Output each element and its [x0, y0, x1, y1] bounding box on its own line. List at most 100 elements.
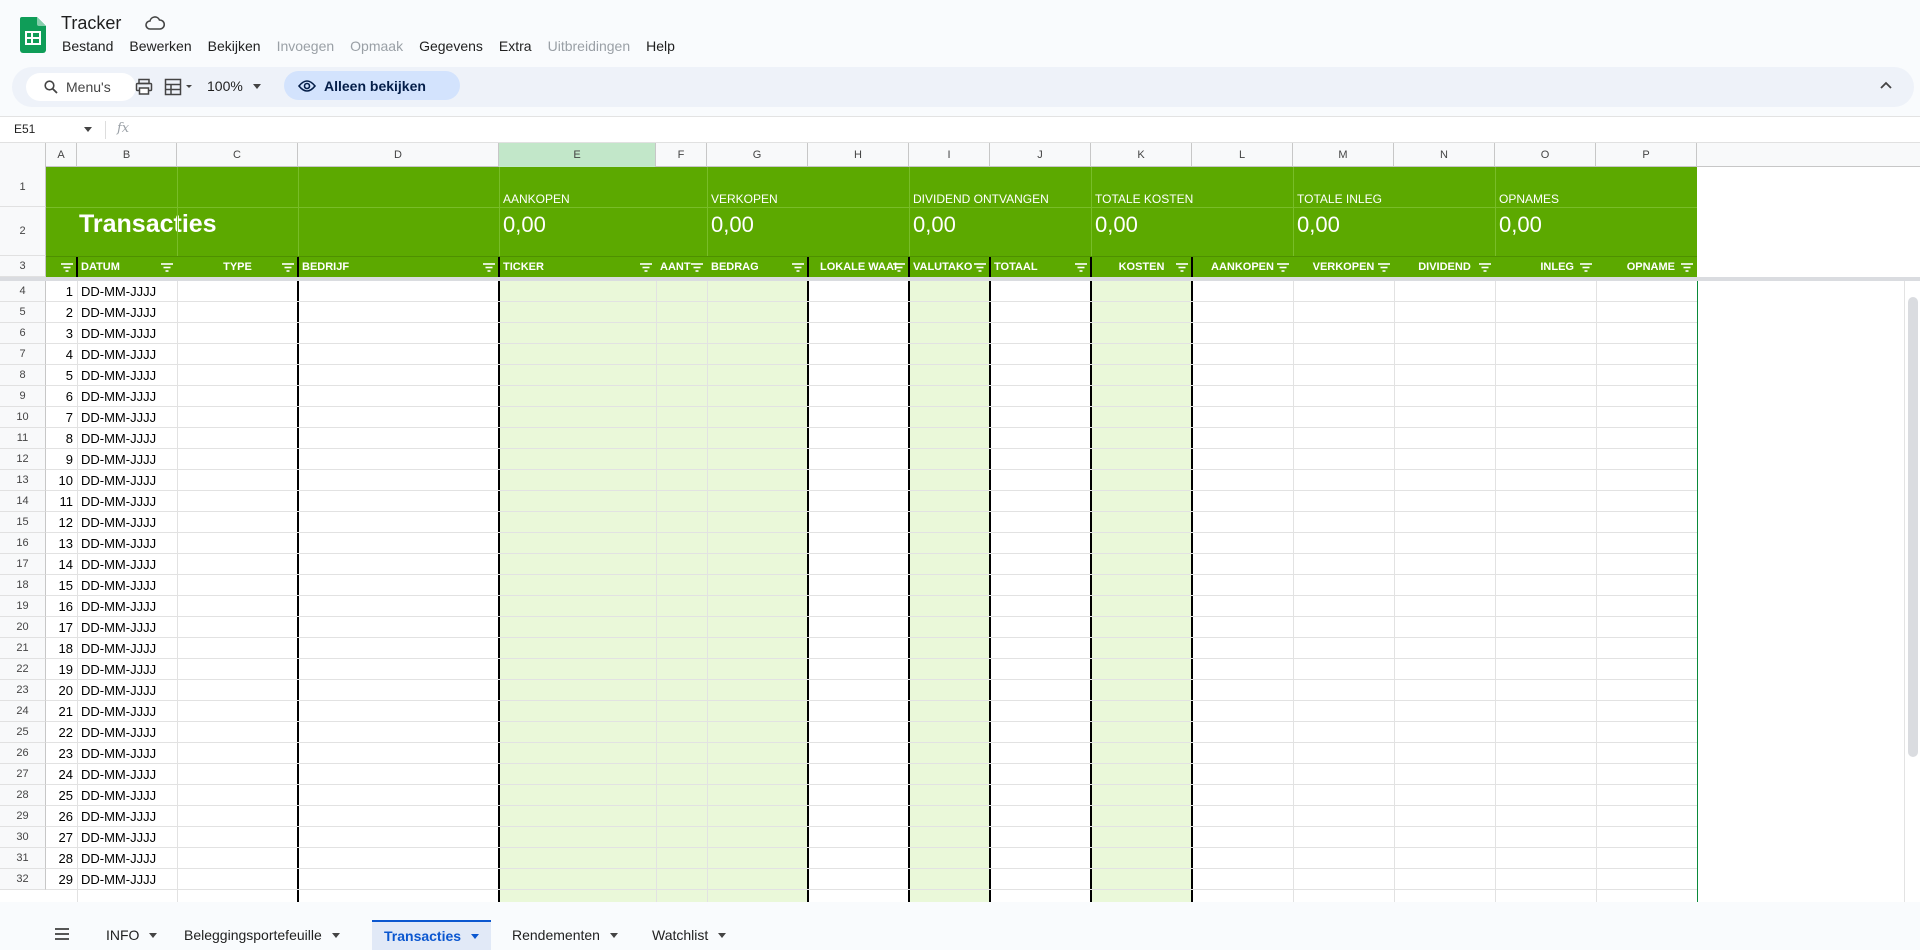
date-cell[interactable]: DD-MM-JJJJ — [78, 323, 156, 343]
menu-search[interactable]: Menu's — [26, 73, 136, 101]
date-cell[interactable]: DD-MM-JJJJ — [78, 344, 156, 364]
menu-item-bewerken[interactable]: Bewerken — [121, 37, 199, 55]
table-row[interactable]: 20 DD-MM-JJJJ — [46, 680, 1697, 701]
filter-icon[interactable] — [1277, 263, 1289, 272]
document-title[interactable]: Tracker — [61, 13, 121, 34]
column-header-l[interactable]: L — [1192, 143, 1293, 167]
all-sheets-menu-icon[interactable] — [54, 927, 70, 941]
column-header-f[interactable]: F — [656, 143, 707, 167]
table-row[interactable]: 17 DD-MM-JJJJ — [46, 617, 1697, 638]
table-row[interactable]: 24 DD-MM-JJJJ — [46, 764, 1697, 785]
date-cell[interactable]: DD-MM-JJJJ — [78, 491, 156, 511]
row-header-19[interactable]: 19 — [0, 596, 46, 617]
date-cell[interactable]: DD-MM-JJJJ — [78, 722, 156, 742]
chevron-up-icon[interactable] — [1880, 81, 1892, 89]
table-row[interactable]: 27 DD-MM-JJJJ — [46, 827, 1697, 848]
table-row[interactable]: 22 DD-MM-JJJJ — [46, 722, 1697, 743]
date-cell[interactable]: DD-MM-JJJJ — [78, 512, 156, 532]
filter-icon[interactable] — [61, 263, 73, 272]
date-cell[interactable]: DD-MM-JJJJ — [78, 743, 156, 763]
row-header-28[interactable]: 28 — [0, 785, 46, 806]
date-cell[interactable]: DD-MM-JJJJ — [78, 848, 156, 868]
row-header-17[interactable]: 17 — [0, 554, 46, 575]
table-row[interactable]: 2 DD-MM-JJJJ — [46, 302, 1697, 323]
date-cell[interactable]: DD-MM-JJJJ — [78, 386, 156, 406]
date-cell[interactable]: DD-MM-JJJJ — [78, 827, 156, 847]
row-header-6[interactable]: 6 — [0, 323, 46, 344]
table-row[interactable]: 14 DD-MM-JJJJ — [46, 554, 1697, 575]
row-header-11[interactable]: 11 — [0, 428, 46, 449]
column-header-m[interactable]: M — [1293, 143, 1394, 167]
date-cell[interactable]: DD-MM-JJJJ — [78, 806, 156, 826]
date-cell[interactable]: DD-MM-JJJJ — [78, 428, 156, 448]
filter-icon[interactable] — [1580, 263, 1592, 272]
chevron-down-icon[interactable] — [718, 932, 727, 938]
table-row[interactable]: 21 DD-MM-JJJJ — [46, 701, 1697, 722]
column-header-c[interactable]: C — [177, 143, 298, 167]
table-row[interactable]: 8 DD-MM-JJJJ — [46, 428, 1697, 449]
column-header-j[interactable]: J — [990, 143, 1091, 167]
date-cell[interactable]: DD-MM-JJJJ — [78, 281, 156, 301]
filter-icon[interactable] — [161, 263, 173, 272]
table-row[interactable]: 28 DD-MM-JJJJ — [46, 848, 1697, 869]
date-cell[interactable]: DD-MM-JJJJ — [78, 554, 156, 574]
row-header-10[interactable]: 10 — [0, 407, 46, 428]
table-row[interactable]: 13 DD-MM-JJJJ — [46, 533, 1697, 554]
date-cell[interactable]: DD-MM-JJJJ — [78, 365, 156, 385]
row-header-15[interactable]: 15 — [0, 512, 46, 533]
vertical-scrollbar[interactable] — [1904, 281, 1920, 902]
menu-item-help[interactable]: Help — [638, 37, 683, 55]
table-row[interactable]: 12 DD-MM-JJJJ — [46, 512, 1697, 533]
table-row[interactable]: 16 DD-MM-JJJJ — [46, 596, 1697, 617]
column-header-a[interactable]: A — [46, 143, 77, 167]
row-header-5[interactable]: 5 — [0, 302, 46, 323]
table-row[interactable]: 29 DD-MM-JJJJ — [46, 869, 1697, 890]
sheets-logo-icon[interactable] — [20, 17, 46, 53]
row-header-7[interactable]: 7 — [0, 344, 46, 365]
row-header-32[interactable]: 32 — [0, 869, 46, 890]
name-box[interactable]: E51 — [14, 122, 94, 136]
date-cell[interactable]: DD-MM-JJJJ — [78, 701, 156, 721]
spreadsheet-grid[interactable]: ABCDEFGHIJKLMNOP 123 Transacties AANKOPE… — [0, 142, 1920, 902]
sheet-tab-info[interactable]: INFO — [94, 920, 169, 950]
table-row[interactable]: 9 DD-MM-JJJJ — [46, 449, 1697, 470]
table-row[interactable]: 10 DD-MM-JJJJ — [46, 470, 1697, 491]
menu-item-extra[interactable]: Extra — [491, 37, 540, 55]
row-header-20[interactable]: 20 — [0, 617, 46, 638]
date-cell[interactable]: DD-MM-JJJJ — [78, 407, 156, 427]
table-row[interactable]: 19 DD-MM-JJJJ — [46, 659, 1697, 680]
column-header-e[interactable]: E — [499, 143, 656, 167]
date-cell[interactable]: DD-MM-JJJJ — [78, 533, 156, 553]
date-cell[interactable]: DD-MM-JJJJ — [78, 869, 156, 889]
date-cell[interactable]: DD-MM-JJJJ — [78, 764, 156, 784]
table-row[interactable]: 11 DD-MM-JJJJ — [46, 491, 1697, 512]
row-header-25[interactable]: 25 — [0, 722, 46, 743]
zoom-select[interactable]: 100% — [207, 78, 261, 94]
table-row[interactable]: 18 DD-MM-JJJJ — [46, 638, 1697, 659]
date-cell[interactable]: DD-MM-JJJJ — [78, 575, 156, 595]
menu-item-gegevens[interactable]: Gegevens — [411, 37, 491, 55]
table-row[interactable]: 25 DD-MM-JJJJ — [46, 785, 1697, 806]
row-header-26[interactable]: 26 — [0, 743, 46, 764]
filter-icon[interactable] — [1075, 263, 1087, 272]
column-header-i[interactable]: I — [909, 143, 990, 167]
row-header-30[interactable]: 30 — [0, 827, 46, 848]
column-header-b[interactable]: B — [77, 143, 177, 167]
filter-icon[interactable] — [792, 263, 804, 272]
filter-icon[interactable] — [282, 263, 294, 272]
table-row[interactable]: 6 DD-MM-JJJJ — [46, 386, 1697, 407]
row-header-9[interactable]: 9 — [0, 386, 46, 407]
row-header-27[interactable]: 27 — [0, 764, 46, 785]
column-header-n[interactable]: N — [1394, 143, 1495, 167]
row-header-24[interactable]: 24 — [0, 701, 46, 722]
date-cell[interactable]: DD-MM-JJJJ — [78, 785, 156, 805]
sheet-tab-transacties[interactable]: Transacties — [372, 920, 492, 950]
row-header-12[interactable]: 12 — [0, 449, 46, 470]
column-header-p[interactable]: P — [1596, 143, 1697, 167]
row-header-13[interactable]: 13 — [0, 470, 46, 491]
row-header-29[interactable]: 29 — [0, 806, 46, 827]
scrollbar-thumb[interactable] — [1908, 297, 1918, 757]
filter-icon[interactable] — [1176, 263, 1188, 272]
filter-icon[interactable] — [1378, 263, 1390, 272]
column-header-o[interactable]: O — [1495, 143, 1596, 167]
